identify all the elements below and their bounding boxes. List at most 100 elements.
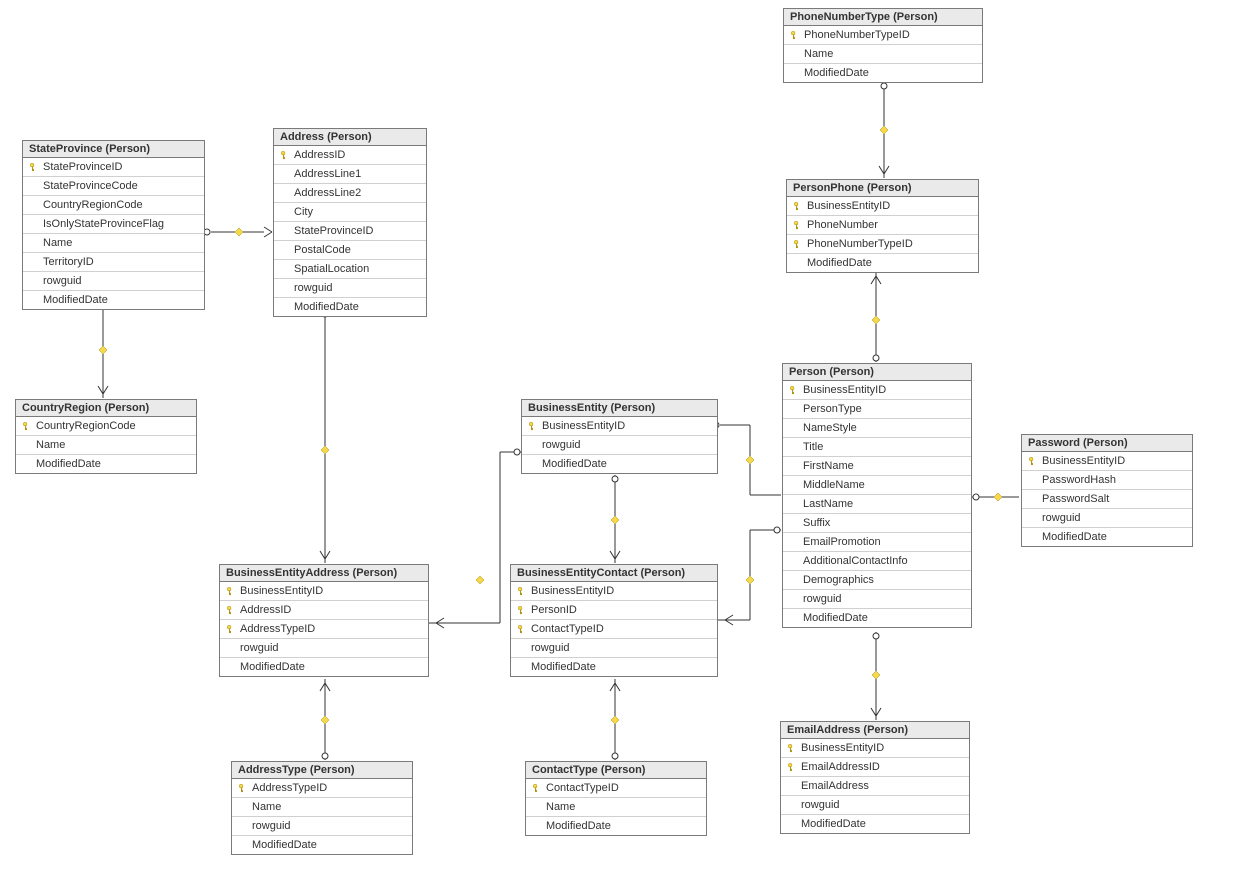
column-row[interactable]: ModifiedDate: [522, 455, 717, 473]
primary-key-icon-slot: [791, 201, 805, 211]
column-row[interactable]: PasswordHash: [1022, 471, 1192, 490]
column-row[interactable]: ModifiedDate: [1022, 528, 1192, 546]
column-name: rowguid: [799, 798, 840, 812]
column-row[interactable]: StateProvinceID: [23, 158, 204, 177]
column-row[interactable]: BusinessEntityID: [787, 197, 978, 216]
entity-contactType[interactable]: ContactType (Person)ContactTypeIDNameMod…: [525, 761, 707, 836]
column-row[interactable]: StateProvinceCode: [23, 177, 204, 196]
primary-key-icon-slot: [526, 421, 540, 431]
entity-title: CountryRegion (Person): [16, 400, 196, 417]
column-row[interactable]: EmailAddressID: [781, 758, 969, 777]
column-row[interactable]: CountryRegionCode: [23, 196, 204, 215]
column-row[interactable]: LastName: [783, 495, 971, 514]
column-row[interactable]: rowguid: [23, 272, 204, 291]
entity-phoneNumberType[interactable]: PhoneNumberType (Person)PhoneNumberTypeI…: [783, 8, 983, 83]
column-row[interactable]: EmailPromotion: [783, 533, 971, 552]
column-row[interactable]: rowguid: [522, 436, 717, 455]
entity-emailAddress[interactable]: EmailAddress (Person)BusinessEntityIDEma…: [780, 721, 970, 834]
column-row[interactable]: AddressID: [274, 146, 426, 165]
column-row[interactable]: ModifiedDate: [787, 254, 978, 272]
column-row[interactable]: BusinessEntityID: [1022, 452, 1192, 471]
column-row[interactable]: NameStyle: [783, 419, 971, 438]
column-row[interactable]: AddressTypeID: [220, 620, 428, 639]
column-row[interactable]: PasswordSalt: [1022, 490, 1192, 509]
column-row[interactable]: ModifiedDate: [23, 291, 204, 309]
column-row[interactable]: BusinessEntityID: [783, 381, 971, 400]
entity-addressType[interactable]: AddressType (Person)AddressTypeIDNamerow…: [231, 761, 413, 855]
column-row[interactable]: rowguid: [232, 817, 412, 836]
column-row[interactable]: rowguid: [1022, 509, 1192, 528]
column-row[interactable]: Name: [784, 45, 982, 64]
column-row[interactable]: rowguid: [220, 639, 428, 658]
column-row[interactable]: AddressTypeID: [232, 779, 412, 798]
column-row[interactable]: AddressID: [220, 601, 428, 620]
column-name: BusinessEntityID: [529, 584, 614, 598]
column-row[interactable]: ModifiedDate: [783, 609, 971, 627]
column-row[interactable]: CountryRegionCode: [16, 417, 196, 436]
column-row[interactable]: EmailAddress: [781, 777, 969, 796]
column-row[interactable]: ModifiedDate: [526, 817, 706, 835]
column-row[interactable]: AdditionalContactInfo: [783, 552, 971, 571]
column-row[interactable]: City: [274, 203, 426, 222]
entity-countryRegion[interactable]: CountryRegion (Person)CountryRegionCodeN…: [15, 399, 197, 474]
primary-key-icon: [517, 586, 527, 596]
column-name: ModifiedDate: [799, 817, 866, 831]
column-row[interactable]: PhoneNumberTypeID: [784, 26, 982, 45]
column-row[interactable]: PhoneNumberTypeID: [787, 235, 978, 254]
column-row[interactable]: Name: [16, 436, 196, 455]
column-row[interactable]: Title: [783, 438, 971, 457]
column-row[interactable]: rowguid: [783, 590, 971, 609]
column-row[interactable]: AddressLine2: [274, 184, 426, 203]
column-row[interactable]: PhoneNumber: [787, 216, 978, 235]
column-row[interactable]: ModifiedDate: [232, 836, 412, 854]
column-row[interactable]: ModifiedDate: [274, 298, 426, 316]
column-row[interactable]: Name: [232, 798, 412, 817]
entity-businessEntityAddress[interactable]: BusinessEntityAddress (Person)BusinessEn…: [219, 564, 429, 677]
column-row[interactable]: PersonType: [783, 400, 971, 419]
column-name: PhoneNumber: [805, 218, 878, 232]
column-row[interactable]: StateProvinceID: [274, 222, 426, 241]
column-row[interactable]: IsOnlyStateProvinceFlag: [23, 215, 204, 234]
entity-businessEntity[interactable]: BusinessEntity (Person)BusinessEntityIDr…: [521, 399, 718, 474]
column-row[interactable]: PostalCode: [274, 241, 426, 260]
column-row[interactable]: FirstName: [783, 457, 971, 476]
column-row[interactable]: rowguid: [781, 796, 969, 815]
column-row[interactable]: MiddleName: [783, 476, 971, 495]
column-row[interactable]: ModifiedDate: [220, 658, 428, 676]
column-name: LastName: [801, 497, 853, 511]
column-row[interactable]: ModifiedDate: [16, 455, 196, 473]
column-row[interactable]: PersonID: [511, 601, 717, 620]
column-row[interactable]: ContactTypeID: [511, 620, 717, 639]
entity-person[interactable]: Person (Person)BusinessEntityIDPersonTyp…: [782, 363, 972, 628]
entity-title: AddressType (Person): [232, 762, 412, 779]
column-row[interactable]: SpatialLocation: [274, 260, 426, 279]
entity-address[interactable]: Address (Person)AddressIDAddressLine1Add…: [273, 128, 427, 317]
column-row[interactable]: BusinessEntityID: [511, 582, 717, 601]
column-row[interactable]: AddressLine1: [274, 165, 426, 184]
column-row[interactable]: Suffix: [783, 514, 971, 533]
entity-title: Password (Person): [1022, 435, 1192, 452]
column-row[interactable]: BusinessEntityID: [781, 739, 969, 758]
column-name: ModifiedDate: [250, 838, 317, 852]
column-row[interactable]: rowguid: [511, 639, 717, 658]
column-name: ModifiedDate: [238, 660, 305, 674]
column-row[interactable]: ModifiedDate: [511, 658, 717, 676]
column-row[interactable]: Name: [526, 798, 706, 817]
column-row[interactable]: ContactTypeID: [526, 779, 706, 798]
column-row[interactable]: Name: [23, 234, 204, 253]
column-row[interactable]: BusinessEntityID: [220, 582, 428, 601]
column-name: StateProvinceID: [41, 160, 122, 174]
entity-personPhone[interactable]: PersonPhone (Person)BusinessEntityIDPhon…: [786, 179, 979, 273]
primary-key-icon: [787, 762, 797, 772]
entity-businessEntityContact[interactable]: BusinessEntityContact (Person)BusinessEn…: [510, 564, 718, 677]
entity-stateProvince[interactable]: StateProvince (Person)StateProvinceIDSta…: [22, 140, 205, 310]
column-row[interactable]: Demographics: [783, 571, 971, 590]
entity-password[interactable]: Password (Person)BusinessEntityIDPasswor…: [1021, 434, 1193, 547]
entity-title: Person (Person): [783, 364, 971, 381]
column-row[interactable]: BusinessEntityID: [522, 417, 717, 436]
column-name: ModifiedDate: [41, 293, 108, 307]
column-row[interactable]: rowguid: [274, 279, 426, 298]
column-row[interactable]: TerritoryID: [23, 253, 204, 272]
column-row[interactable]: ModifiedDate: [784, 64, 982, 82]
column-row[interactable]: ModifiedDate: [781, 815, 969, 833]
